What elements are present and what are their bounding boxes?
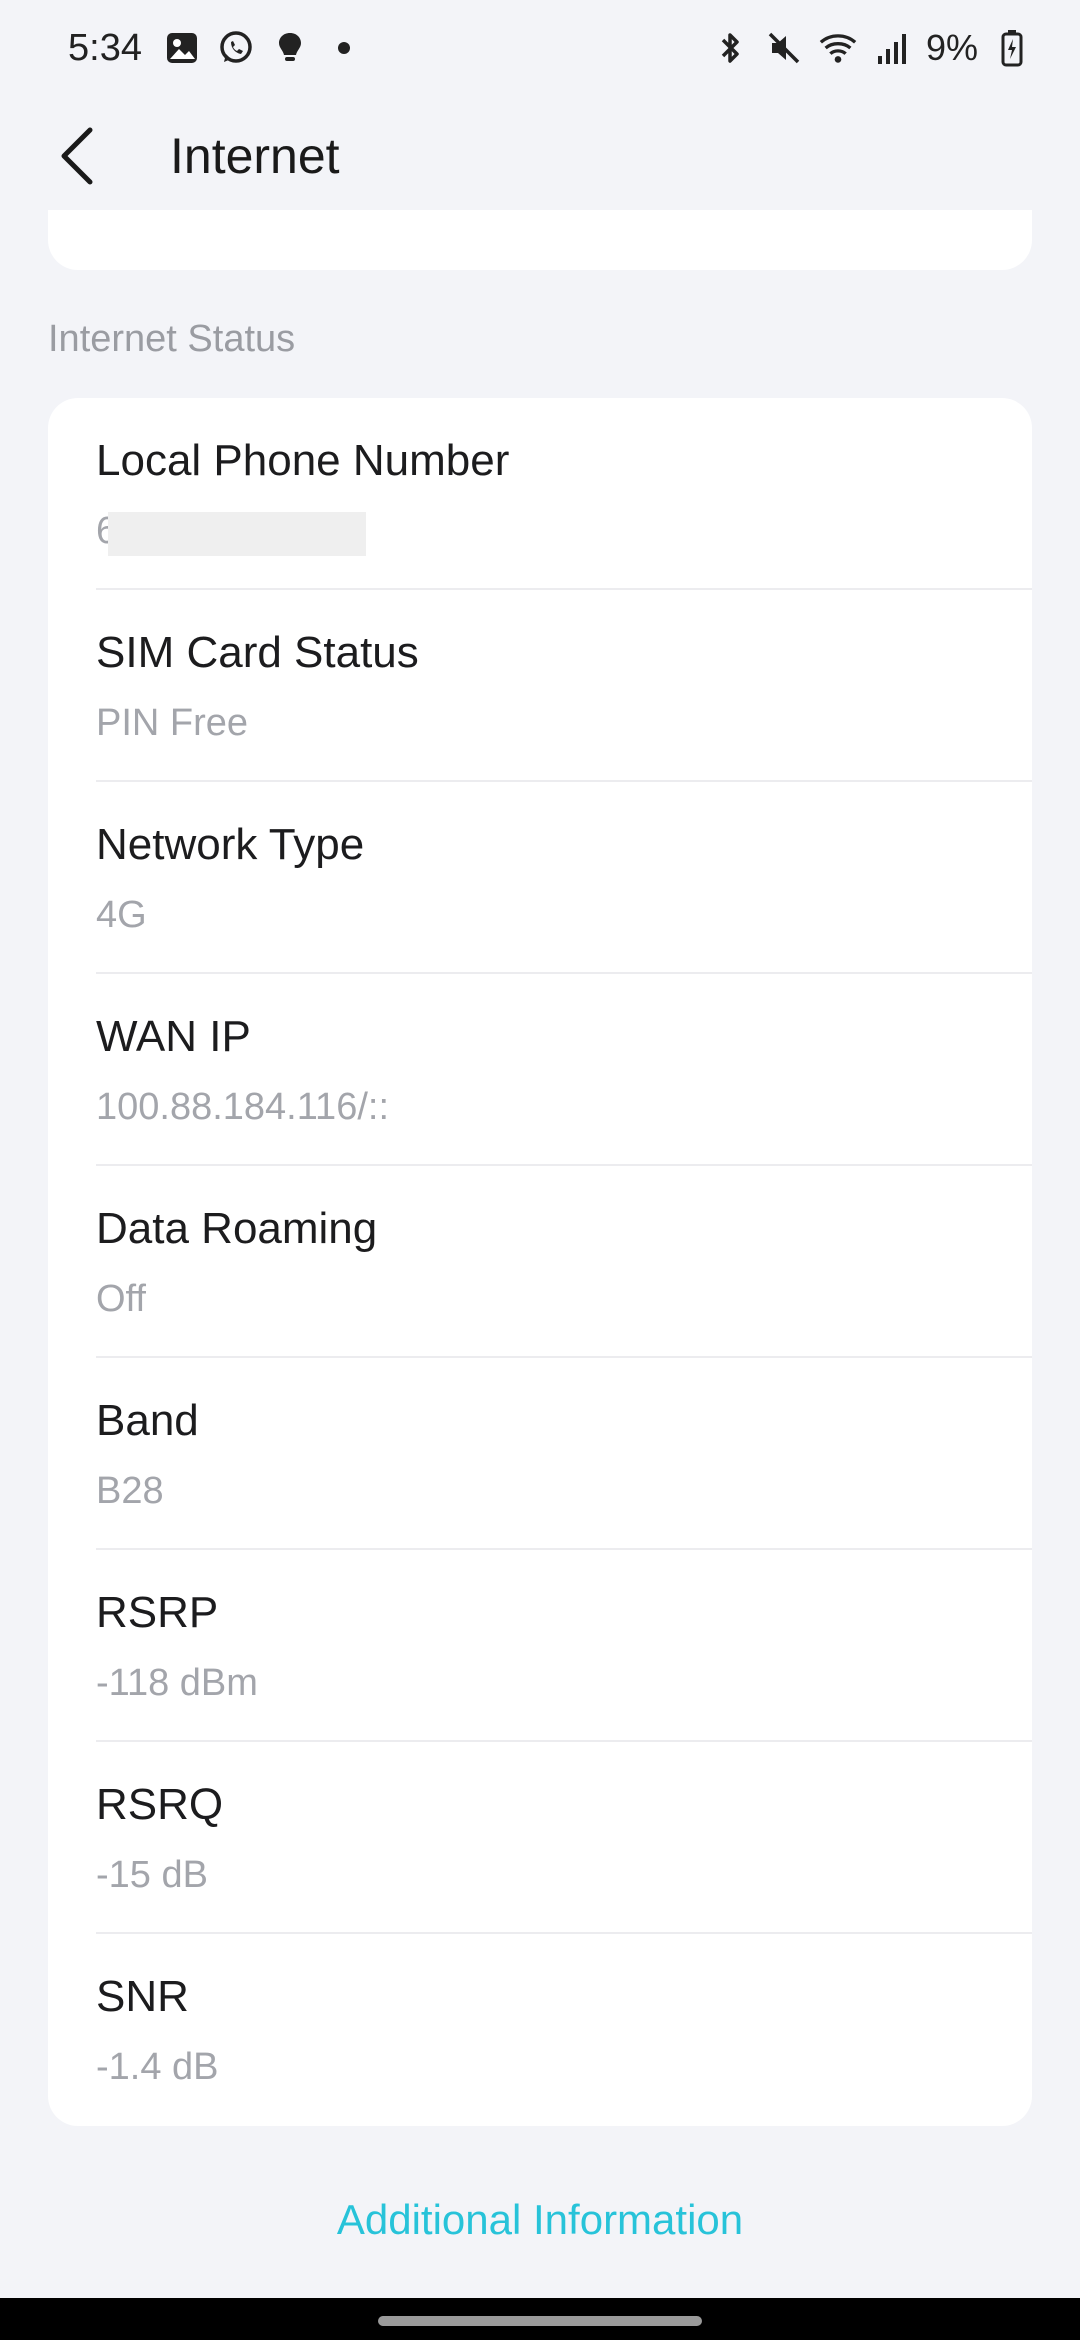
status-time: 5:34	[68, 26, 142, 69]
row-value: -118 dBm	[96, 1662, 258, 1704]
status-row-band: Band B28	[96, 1358, 1032, 1550]
status-row-data-roaming: Data Roaming Off	[96, 1166, 1032, 1358]
wifi-icon	[818, 28, 858, 68]
gallery-icon	[162, 28, 202, 68]
status-row-wan-ip: WAN IP 100.88.184.116/::	[96, 974, 1032, 1166]
status-bar-left: 5:34	[68, 27, 364, 70]
chevron-left-icon	[61, 127, 93, 185]
section-label: Internet Status	[48, 318, 296, 360]
status-row-network-type: Network Type 4G	[96, 782, 1032, 974]
row-label: SIM Card Status	[96, 628, 419, 677]
status-row-sim-card-status: SIM Card Status PIN Free	[96, 590, 1032, 782]
status-row-rsrp: RSRP -118 dBm	[96, 1550, 1032, 1742]
internet-status-card: Local Phone Number 6 SIM Card Status PIN…	[48, 398, 1032, 2126]
mute-icon	[764, 28, 804, 68]
row-label: RSRQ	[96, 1780, 224, 1829]
bluetooth-icon	[710, 28, 750, 68]
battery-percentage: 9%	[925, 27, 978, 68]
status-row-local-phone-number: Local Phone Number 6	[96, 398, 1032, 590]
app-header: Internet	[0, 96, 1080, 216]
home-indicator[interactable]	[378, 2316, 702, 2326]
dot-icon	[324, 28, 364, 68]
redacted-block	[108, 512, 366, 556]
row-value: -1.4 dB	[96, 2046, 219, 2088]
row-value: PIN Free	[96, 702, 249, 744]
page-title: Internet	[170, 128, 340, 184]
row-value: 100.88.184.116/::	[96, 1086, 389, 1128]
additional-information-link[interactable]: Additional Information	[0, 2196, 1080, 2244]
status-bar-right: 9%	[710, 27, 1032, 69]
row-label: Data Roaming	[96, 1204, 378, 1253]
row-label: Local Phone Number	[96, 436, 510, 485]
status-row-snr: SNR -1.4 dB	[96, 1934, 1032, 2126]
back-button[interactable]	[16, 96, 136, 216]
signal-icon	[872, 28, 912, 68]
row-label: SNR	[96, 1972, 189, 2021]
row-label: Network Type	[96, 820, 365, 869]
status-row-rsrq: RSRQ -15 dB	[96, 1742, 1032, 1934]
row-label: WAN IP	[96, 1012, 251, 1061]
row-label: Band	[96, 1396, 199, 1445]
row-value: B28	[96, 1470, 164, 1512]
row-value: Off	[96, 1278, 146, 1320]
previous-card	[48, 210, 1032, 270]
row-value: 4G	[96, 894, 147, 936]
whatsapp-icon	[216, 28, 256, 68]
status-bar: 5:34 9%	[0, 0, 1080, 96]
bulb-icon	[270, 28, 310, 68]
row-label: RSRP	[96, 1588, 219, 1637]
row-value: -15 dB	[96, 1854, 208, 1896]
battery-icon	[992, 28, 1032, 68]
